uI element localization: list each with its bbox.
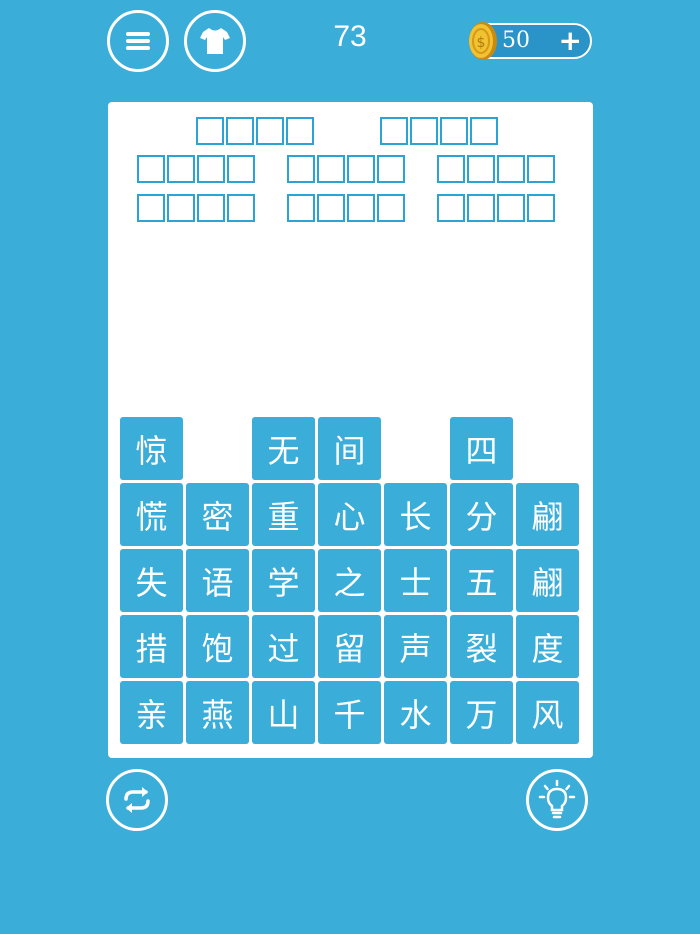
- answer-slot[interactable]: [347, 194, 375, 222]
- letter-tile[interactable]: 饱: [186, 615, 249, 678]
- answer-row-2: [137, 155, 555, 183]
- hint-button[interactable]: [526, 769, 588, 831]
- coin-count: 50: [502, 28, 530, 53]
- letter-tile[interactable]: 度: [516, 615, 579, 678]
- plus-icon[interactable]: +: [559, 25, 582, 57]
- letter-tile[interactable]: 措: [120, 615, 183, 678]
- coin-icon: $: [469, 22, 497, 60]
- letter-tile[interactable]: 四: [450, 417, 513, 480]
- shuffle-button[interactable]: [106, 769, 168, 831]
- letter-tile[interactable]: 重: [252, 483, 315, 546]
- letter-tile[interactable]: 水: [384, 681, 447, 744]
- svg-text:$: $: [477, 35, 486, 51]
- answer-slots: [437, 155, 555, 183]
- answer-slots: [137, 194, 255, 222]
- answer-slot[interactable]: [470, 117, 498, 145]
- answer-slots: [287, 194, 405, 222]
- answer-slot[interactable]: [197, 155, 225, 183]
- menu-icon: [126, 32, 150, 50]
- answer-slot[interactable]: [317, 155, 345, 183]
- menu-button[interactable]: [107, 10, 169, 72]
- letter-tile[interactable]: 长: [384, 483, 447, 546]
- letter-tile[interactable]: 之: [318, 549, 381, 612]
- letter-tile[interactable]: 裂: [450, 615, 513, 678]
- answer-slot[interactable]: [440, 117, 468, 145]
- letter-tile[interactable]: 惊: [120, 417, 183, 480]
- answer-slot[interactable]: [287, 155, 315, 183]
- answer-slot[interactable]: [437, 194, 465, 222]
- answer-slot[interactable]: [380, 117, 408, 145]
- letter-tile[interactable]: 语: [186, 549, 249, 612]
- answer-slot[interactable]: [527, 155, 555, 183]
- answer-slots: [196, 117, 314, 145]
- answer-slots: [287, 155, 405, 183]
- answer-slot[interactable]: [286, 117, 314, 145]
- answer-slot[interactable]: [377, 194, 405, 222]
- answer-slot[interactable]: [227, 155, 255, 183]
- letter-tile[interactable]: 士: [384, 549, 447, 612]
- answer-row-1: [196, 117, 498, 145]
- letter-tile[interactable]: 慌: [120, 483, 183, 546]
- answer-slot[interactable]: [137, 155, 165, 183]
- answer-slot[interactable]: [317, 194, 345, 222]
- letter-tile[interactable]: 分: [450, 483, 513, 546]
- refresh-icon: [124, 787, 150, 813]
- answer-slot[interactable]: [197, 194, 225, 222]
- letter-tile[interactable]: 无: [252, 417, 315, 480]
- answer-slots: [380, 117, 498, 145]
- answer-slot[interactable]: [377, 155, 405, 183]
- answer-slot[interactable]: [287, 194, 315, 222]
- answer-slot[interactable]: [167, 194, 195, 222]
- answer-slot[interactable]: [167, 155, 195, 183]
- coin-counter: $ 50 +: [469, 22, 592, 60]
- letter-tile[interactable]: 亲: [120, 681, 183, 744]
- level-number: 73: [333, 20, 367, 53]
- lightbulb-icon: [538, 779, 576, 819]
- letter-tile[interactable]: 翩: [516, 483, 579, 546]
- letter-tile[interactable]: 声: [384, 615, 447, 678]
- answer-slot[interactable]: [437, 155, 465, 183]
- letter-tile[interactable]: 五: [450, 549, 513, 612]
- letter-tile[interactable]: 万: [450, 681, 513, 744]
- answer-slot[interactable]: [497, 194, 525, 222]
- answer-slots: [437, 194, 555, 222]
- letter-tile[interactable]: 山: [252, 681, 315, 744]
- skin-button[interactable]: [184, 10, 246, 72]
- letter-tile[interactable]: 间: [318, 417, 381, 480]
- answer-slot[interactable]: [347, 155, 375, 183]
- answer-slot[interactable]: [227, 194, 255, 222]
- answer-slot[interactable]: [256, 117, 284, 145]
- answer-slot[interactable]: [467, 155, 495, 183]
- answer-slot[interactable]: [226, 117, 254, 145]
- letter-tile[interactable]: 翩: [516, 549, 579, 612]
- letter-tile[interactable]: 失: [120, 549, 183, 612]
- letter-tile[interactable]: 风: [516, 681, 579, 744]
- answer-slots: [137, 155, 255, 183]
- letter-tile[interactable]: 学: [252, 549, 315, 612]
- answer-slot[interactable]: [527, 194, 555, 222]
- letter-tile[interactable]: 千: [318, 681, 381, 744]
- game-board: 惊无间四慌密重心长分翩失语学之士五翩措饱过留声裂度亲燕山千水万风: [108, 102, 593, 758]
- shirt-icon: [200, 28, 230, 54]
- answer-slot[interactable]: [497, 155, 525, 183]
- answer-row-3: [137, 194, 555, 222]
- answer-slot[interactable]: [196, 117, 224, 145]
- letter-tile[interactable]: 留: [318, 615, 381, 678]
- letter-tile[interactable]: 心: [318, 483, 381, 546]
- answer-slot[interactable]: [137, 194, 165, 222]
- letter-tile[interactable]: 燕: [186, 681, 249, 744]
- answer-slot[interactable]: [410, 117, 438, 145]
- letter-tile[interactable]: 过: [252, 615, 315, 678]
- answer-slot[interactable]: [467, 194, 495, 222]
- letter-tile[interactable]: 密: [186, 483, 249, 546]
